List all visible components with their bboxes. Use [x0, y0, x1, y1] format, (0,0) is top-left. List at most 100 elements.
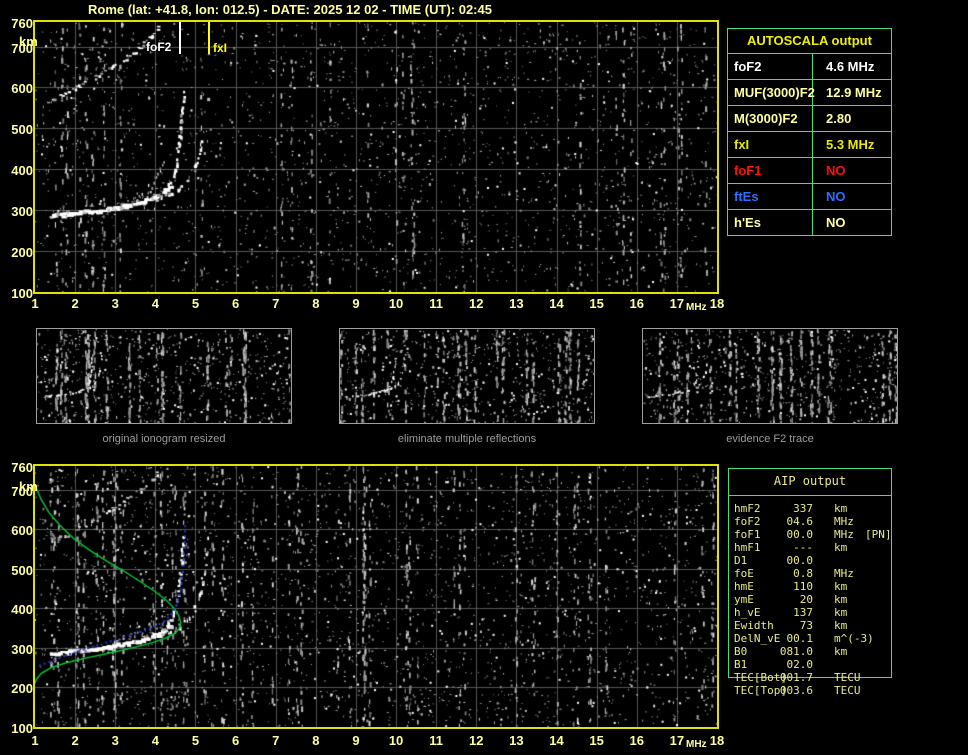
- fof2-marker-line: [179, 22, 181, 54]
- autoscala-row-value: NO: [826, 163, 846, 178]
- aip-row-label: foE: [734, 567, 754, 580]
- thumbnail-f2-trace: [642, 328, 898, 424]
- x-tick-label: 13: [509, 296, 524, 311]
- autoscala-row-value: 12.9 MHz: [826, 85, 882, 100]
- y-tick-label: 500: [11, 562, 33, 578]
- aip-row-label: foF1: [734, 528, 761, 541]
- x-tick-label: 14: [549, 296, 564, 311]
- x-tick-label: 4: [151, 733, 159, 748]
- aip-row-hve: h_vE 137 km: [729, 606, 891, 619]
- y-tick-label: 600: [11, 523, 33, 539]
- aip-output-table: AIP output hmF2 337 km foF2 04.6 MHz foF1 00.0 M…: [728, 468, 892, 697]
- aip-row-unit: km: [834, 593, 848, 606]
- x-tick-label: 1: [31, 733, 39, 748]
- autoscala-row-value: NO: [826, 189, 846, 204]
- x-tick-label: 5: [191, 733, 200, 748]
- aip-row-value: ---: [793, 541, 813, 554]
- aip-row-unit: MHz: [834, 528, 854, 541]
- x-tick-label: 2: [71, 296, 79, 311]
- y-tick-label: 760: [11, 460, 33, 475]
- aip-row-unit: TECU: [834, 684, 861, 697]
- aip-row-label: h_vE: [734, 606, 761, 619]
- x-tick-label: 10: [388, 733, 404, 748]
- x-tick-label: 11: [429, 296, 444, 311]
- autoscala-row-m3000f2: M(3000)F2 2.80: [728, 105, 891, 131]
- x-tick-label: 16: [629, 733, 644, 748]
- thumbnail-caption-no-reflections: eliminate multiple reflections: [397, 433, 537, 445]
- x-tick-label: 6: [231, 733, 240, 748]
- thumbnail-no-reflections-canvas: [340, 329, 594, 423]
- aip-row-unit: m^(-3): [834, 632, 874, 645]
- x-tick-label: 1: [31, 296, 39, 311]
- x-tick-label: 3: [111, 733, 119, 748]
- aip-row-fof2: foF2 04.6 MHz: [729, 515, 891, 528]
- y-tick-label: 300: [11, 204, 33, 220]
- autoscala-table-title: AUTOSCALA output: [747, 33, 872, 48]
- aip-row-b1: B1 02.0: [729, 658, 891, 671]
- aip-row-value: 081.0: [779, 645, 813, 658]
- x-tick-label: 12: [469, 296, 484, 311]
- aip-row-unit: km: [834, 502, 848, 515]
- x-tick-label: 2: [71, 733, 79, 748]
- x-tick-label: 8: [312, 733, 320, 748]
- thumbnail-original: [36, 328, 292, 424]
- bottom-ionogram-canvas: [33, 464, 719, 729]
- aip-row-value: 00.1: [786, 632, 814, 645]
- aip-row-value: 337: [793, 502, 813, 515]
- aip-row-unit: MHz: [834, 515, 854, 528]
- x-tick-label: 15: [589, 733, 604, 748]
- y-tick-label: 300: [11, 641, 33, 657]
- autoscala-row-value: NO: [826, 215, 846, 230]
- aip-row-value: 137: [793, 606, 813, 619]
- y-axis-unit-label: km: [19, 34, 38, 49]
- y-tick-label: 400: [11, 602, 33, 618]
- aip-row-unit: MHz: [834, 567, 854, 580]
- x-tick-label: 16: [629, 296, 644, 311]
- aip-row-unit: km: [834, 619, 848, 632]
- thumbnail-original-canvas: [37, 329, 291, 423]
- autoscala-row-fof1: foF1 NO: [728, 157, 891, 183]
- aip-row-tectop: TEC[Top] 003.6 TECU: [729, 684, 891, 697]
- autoscala-row-label: h'Es: [728, 210, 813, 235]
- aip-row-label: B1: [734, 658, 748, 671]
- x-tick-label: 18: [709, 296, 725, 311]
- autoscala-row-hes: h'Es NO: [728, 209, 891, 235]
- aip-row-hme: hmE 110 km: [729, 580, 891, 593]
- autoscala-row-label: M(3000)F2: [728, 106, 813, 131]
- station-header: Rome (lat: +41.8, lon: 012.5) - DATE: 20…: [88, 2, 492, 17]
- aip-row-value: 110: [793, 580, 813, 593]
- autoscala-row-value: 2.80: [826, 111, 852, 126]
- x-tick-label: 12: [469, 733, 484, 748]
- aip-row-label: hmE: [734, 580, 754, 593]
- aip-row-value: 02.0: [786, 658, 814, 671]
- thumbnail-caption-original: original ionogram resized: [102, 433, 226, 445]
- x-tick-label: 4: [151, 296, 159, 311]
- aip-row-foe: foE 0.8 MHz: [729, 567, 891, 580]
- autoscala-row-label: ftEs: [728, 184, 813, 209]
- autoscala-row-label: foF2: [728, 54, 813, 79]
- y-tick-label: 760: [11, 16, 33, 31]
- aip-row-unit: km: [834, 645, 848, 658]
- y-tick-label: 400: [11, 163, 33, 179]
- y-tick-label: 200: [11, 681, 33, 697]
- aip-row-value: 0.8: [793, 567, 813, 580]
- fxi-marker-label: fxI: [213, 41, 228, 55]
- aip-row-extra: [PN]: [865, 528, 892, 541]
- x-tick-label: 13: [509, 733, 524, 748]
- aip-table-title: AIP output: [773, 474, 847, 488]
- aip-row-label: DelN_vE: [734, 632, 781, 645]
- y-tick-label: 500: [11, 122, 33, 138]
- aip-row-label: B0: [734, 645, 748, 658]
- fxi-marker-line: [208, 22, 210, 54]
- aip-row-tecbot: TEC[Bot] 001.7 TECU: [729, 671, 891, 684]
- autoscala-row-label: foF1: [728, 158, 813, 183]
- x-tick-label: 5: [191, 296, 200, 311]
- autoscala-row-fof2: foF2 4.6 MHz: [728, 53, 891, 79]
- x-tick-label: 9: [352, 733, 360, 748]
- x-axis-unit-label: MHz: [686, 739, 707, 750]
- aip-row-value: 73: [799, 619, 813, 632]
- x-tick-label: 6: [231, 296, 240, 311]
- aip-row-label: foF2: [734, 515, 761, 528]
- aip-row-unit: TECU: [834, 671, 861, 684]
- top-ionogram-canvas: [33, 20, 719, 294]
